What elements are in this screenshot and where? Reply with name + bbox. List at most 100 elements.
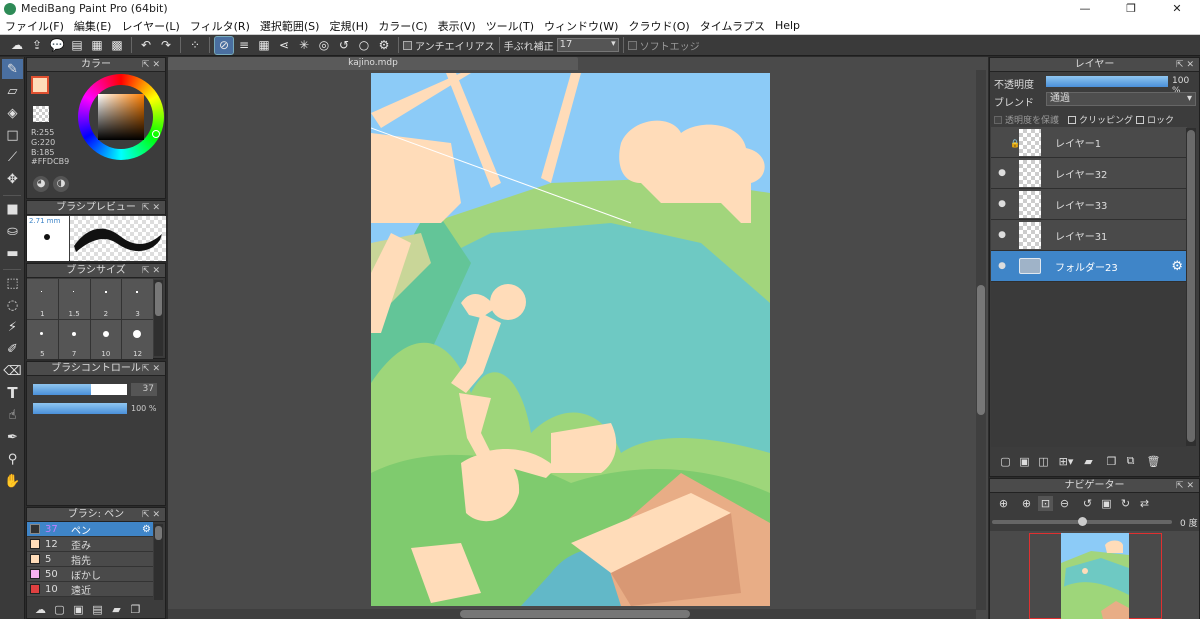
snap-settings-icon[interactable]: ⚙ [375, 37, 393, 54]
divide-tool-icon[interactable]: ✒ [2, 427, 23, 447]
brush-list-scrollbar[interactable] [154, 524, 163, 600]
undo-icon[interactable]: ↶ [137, 37, 155, 54]
zoom-fit-icon[interactable]: ⊕ [996, 496, 1011, 511]
brush-size-cell[interactable]: 3 [122, 279, 153, 319]
brush-size-cell[interactable]: 2 [90, 279, 122, 319]
duplicate-layer-icon[interactable]: ❐ [1104, 454, 1119, 469]
panel-close-icon[interactable]: ⇱✕ [142, 264, 163, 278]
panel-close-icon[interactable]: ⇱✕ [142, 201, 163, 215]
deselect-icon[interactable]: ⁘ [186, 37, 204, 54]
brush-size-scrollbar[interactable] [154, 280, 163, 356]
export-icon[interactable]: ⇪ [28, 37, 46, 54]
rotate-right-icon[interactable]: ↻ [1118, 496, 1133, 511]
protect-alpha-checkbox[interactable] [994, 115, 1002, 124]
new-halftone-layer-icon[interactable]: ▣ [1017, 454, 1032, 469]
color-picker-icon[interactable]: ◑ [53, 176, 69, 192]
menu-file[interactable]: ファイル(F) [0, 18, 69, 34]
comment-icon[interactable]: 💬 [48, 37, 66, 54]
clipping-checkbox[interactable] [1068, 115, 1076, 124]
canvas-area[interactable]: kajino.mdp [168, 57, 988, 619]
menu-help[interactable]: Help [770, 19, 805, 32]
saturation-square[interactable] [98, 94, 144, 140]
panel-close-icon[interactable]: ⇱✕ [142, 58, 163, 72]
hue-ring[interactable] [78, 74, 164, 160]
canvas-horizontal-scrollbar[interactable] [168, 609, 976, 619]
menu-color[interactable]: カラー(C) [373, 18, 432, 34]
select-eraser-tool-icon[interactable]: ⌫ [2, 361, 23, 381]
snap-curve-icon[interactable]: ↺ [335, 37, 353, 54]
hand-tool-icon[interactable]: ✋ [2, 471, 23, 491]
brush-size-slider[interactable] [33, 384, 127, 395]
rotation-slider-thumb[interactable] [1078, 517, 1087, 526]
layer-opacity-slider[interactable] [1046, 76, 1168, 87]
panel-close-icon[interactable]: ⇱✕ [142, 508, 163, 522]
layer-row[interactable]: ● レイヤー33 [991, 189, 1187, 220]
brush-opacity-slider[interactable] [33, 403, 127, 414]
new-8bit-layer-icon[interactable]: ◫ [1036, 454, 1051, 469]
snap-grid-icon[interactable]: ▦ [255, 37, 273, 54]
brush-size-value[interactable]: 37 [131, 383, 157, 396]
lasso-tool-icon[interactable]: ◌ [2, 295, 23, 315]
document-tab[interactable]: kajino.mdp [168, 57, 578, 70]
snap-off-icon[interactable]: ⊘ [214, 35, 234, 55]
brush-item[interactable]: 37 ペン ⚙ [27, 522, 153, 537]
page-manage-icon[interactable]: ▦ [88, 37, 106, 54]
brush-settings-icon[interactable]: ⚙ [142, 524, 151, 535]
brush-tool-icon[interactable]: ✎ [2, 59, 23, 79]
navigator-view[interactable] [990, 531, 1199, 619]
rotation-slider[interactable] [992, 517, 1172, 526]
page-icon[interactable]: ▤ [68, 37, 86, 54]
flip-horizontal-icon[interactable]: ⇄ [1137, 496, 1152, 511]
transparent-swatch[interactable] [33, 106, 49, 122]
operation-tool-icon[interactable]: ☝ [2, 405, 23, 425]
eyedropper-tool-icon[interactable]: ⚲ [2, 449, 23, 469]
menu-selection[interactable]: 選択範囲(S) [255, 18, 325, 34]
brush-folder-icon[interactable]: ▰ [109, 602, 124, 617]
panel-close-icon[interactable]: ⇱✕ [1176, 479, 1197, 493]
move-tool-icon[interactable]: ✥ [2, 169, 23, 189]
new-layer-icon[interactable]: ▢ [998, 454, 1013, 469]
delete-layer-icon[interactable]: 🗑 [1146, 454, 1161, 469]
snap-radial-icon[interactable]: ⋖ [275, 37, 293, 54]
brush-size-cell[interactable]: 10 [90, 319, 122, 359]
gradient-tool-icon[interactable]: ▬ [2, 243, 23, 263]
dot-tool-icon[interactable]: ◈ [2, 103, 23, 123]
eye-icon[interactable]: ● [991, 261, 1013, 271]
canvas-vertical-scrollbar[interactable] [976, 70, 986, 610]
add-brush-icon[interactable]: ▣ [71, 602, 86, 617]
menu-ruler[interactable]: 定規(H) [324, 18, 373, 34]
hue-marker[interactable] [152, 130, 160, 138]
brush-file-icon[interactable]: ▤ [90, 602, 105, 617]
palette-icon[interactable]: ◕ [33, 176, 49, 192]
menu-cloud[interactable]: クラウド(O) [623, 18, 694, 34]
menu-filter[interactable]: フィルタ(R) [185, 18, 255, 34]
brush-item[interactable]: 5 指先 [27, 552, 153, 567]
brush-size-cell[interactable]: 7 [58, 319, 90, 359]
brush-size-cell[interactable]: 1.5 [58, 279, 90, 319]
menu-timelapse[interactable]: タイムラプス [695, 18, 770, 34]
lock-checkbox[interactable] [1136, 115, 1144, 124]
add-layer-menu-icon[interactable]: ⊞▾ [1055, 454, 1077, 469]
cloud-icon[interactable]: ☁ [8, 37, 26, 54]
brush-size-cell[interactable]: 1 [27, 279, 58, 319]
layer-row-folder[interactable]: ● フォルダー23 ⚙ [991, 251, 1187, 282]
zoom-in-icon[interactable]: ⊕ [1019, 496, 1034, 511]
redo-icon[interactable]: ↷ [157, 37, 175, 54]
cloud-brush-icon[interactable]: ☁ [33, 602, 48, 617]
soft-edge-checkbox[interactable] [627, 40, 637, 50]
panel-close-icon[interactable]: ⇱✕ [142, 362, 163, 376]
snap-burst-icon[interactable]: ✳ [295, 37, 313, 54]
copy-brush-icon[interactable]: ❐ [128, 602, 143, 617]
antialias-checkbox[interactable] [403, 40, 412, 50]
brush-item[interactable]: 50 ぼかし [27, 567, 153, 582]
lock-option[interactable]: ロック [1136, 113, 1174, 126]
brush-item[interactable]: 12 歪み [27, 537, 153, 552]
fit-window-icon[interactable]: ⊡ [1038, 495, 1053, 511]
fit-canvas-icon[interactable]: ▣ [1099, 496, 1114, 511]
brush-size-cell[interactable]: 5 [27, 319, 58, 359]
shape-tool-icon[interactable]: □ [2, 125, 23, 145]
brush-item[interactable]: 10 遠近 [27, 582, 153, 597]
blend-select[interactable]: 通過 ▾ [1046, 92, 1196, 106]
close-button[interactable]: ✕ [1154, 0, 1200, 17]
snap-parallel-icon[interactable]: ≡ [235, 37, 253, 54]
